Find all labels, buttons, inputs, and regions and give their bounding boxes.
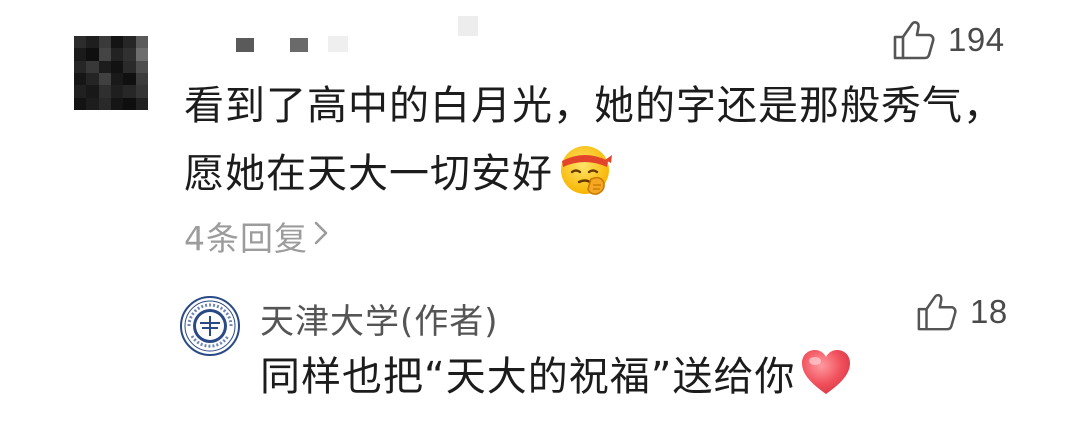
avatar-pixel-block [123,85,136,98]
avatar-pixel-block [74,97,87,110]
avatar-pixel-block [110,97,124,110]
avatar-pixel-block [74,48,87,61]
reply-body: 同样也把“天大的祝福”送给你 [260,348,853,413]
avatar-pixel-block [110,85,124,98]
author-avatar-logo[interactable] [180,296,240,356]
view-replies-label: 4条回复 [184,219,308,258]
avatar-pixel-block [110,36,124,49]
avatar-pixel-block [74,60,87,73]
avatar-pixel-block [123,36,136,49]
avatar-pixel-block [86,48,99,61]
comment-like-count: 194 [948,21,1005,58]
avatar-pixel-block [135,48,148,61]
chevron-right-icon [312,217,330,256]
avatar-pixel-block [123,97,136,110]
avatar-pixel-block [98,97,111,110]
reply-like-count: 18 [970,293,1008,330]
avatar-pixel-block [135,36,148,49]
avatar-pixel-block [135,72,148,86]
avatar-pixel-block [123,72,136,86]
avatar-pixel-block [123,48,136,61]
avatar-pixel-block [98,48,111,61]
reply-text: 同样也把“天大的祝福”送给你 [260,354,796,400]
comment-body: 看到了高中的白月光，她的字还是那般秀气，愿她在天大一切安好 [184,72,1024,218]
red-heart-emoji [799,348,853,413]
avatar-pixel-block [98,60,111,73]
avatar-pixel-block [86,60,99,73]
avatar-pixel-block [123,60,136,73]
avatar-pixel-block [110,60,124,73]
reply-like-button[interactable]: 18 [916,292,1008,332]
reply-author-name[interactable]: 天津大学(作者) [260,294,499,343]
avatar-pixel-block [74,72,87,86]
avatar-pixel-block [98,85,111,98]
avatar-pixel-block [74,36,87,49]
avatar-pixel-block [135,85,148,98]
view-replies-link[interactable]: 4条回复 [184,212,330,260]
comment-like-button[interactable]: 194 [892,20,1005,60]
avatar-pixel-block [110,72,124,86]
avatar-pixel-block [86,85,99,98]
thumbs-up-icon [916,292,958,332]
avatar-pixel-block [86,72,99,86]
avatar-pixel-block [74,85,87,98]
avatar-pixel-block [110,48,124,61]
avatar-pixel-block [135,97,148,110]
commenter-avatar[interactable] [74,36,148,110]
avatar-pixel-block [86,97,99,110]
avatar-pixel-block [98,36,111,49]
avatar-pixel-block [135,60,148,73]
commenter-username-mosaic[interactable] [236,16,478,56]
avatar-pixel-block [98,72,111,86]
thumbs-up-icon [892,20,936,60]
avatar-pixel-block [86,36,99,49]
saluting-face-with-headband-emoji [557,141,613,218]
